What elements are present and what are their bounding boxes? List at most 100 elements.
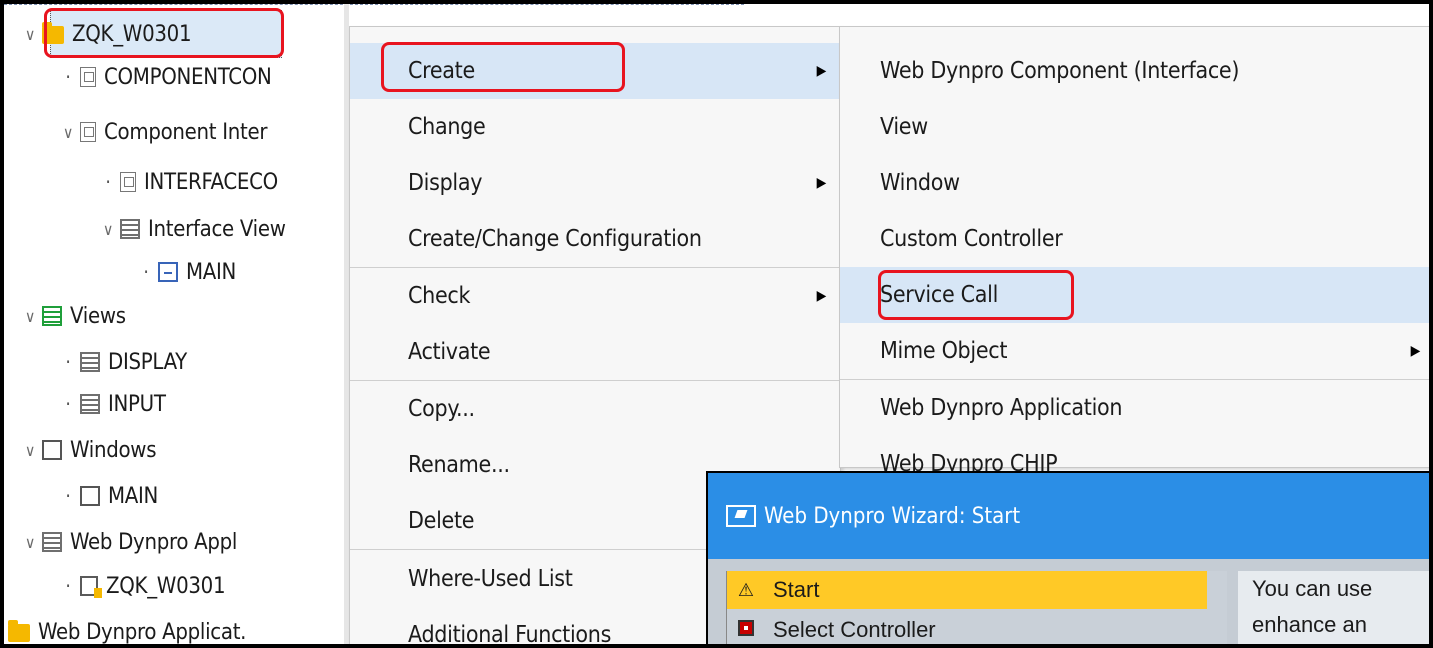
tree-node-label: MAIN (108, 483, 159, 509)
views-folder-icon (42, 306, 62, 326)
submenu-item-service-call[interactable]: Service Call (840, 267, 1429, 323)
tree-node-label: Interface View (148, 216, 286, 242)
tree-node-web-dynpro-applicat[interactable]: Web Dynpro Applicat. (4, 612, 247, 645)
menu-item-label: Change (408, 114, 486, 140)
wizard-icon (726, 505, 756, 527)
tree-node-application[interactable]: · ZQK_W0301 (60, 566, 225, 606)
submenu-item-web-dynpro-application[interactable]: Web Dynpro Application (840, 380, 1429, 436)
collapse-chevron-icon[interactable]: ∨ (22, 441, 38, 460)
interface-controller-icon (120, 172, 136, 192)
warning-triangle-icon: ⚠ (737, 579, 755, 600)
tree-node-label: MAIN (186, 259, 237, 285)
submenu-arrow-icon: ▶ (1410, 343, 1421, 359)
tree-node-interface-views[interactable]: ∨ Interface View (100, 209, 286, 249)
menu-item-display[interactable]: Display ▶ (350, 155, 840, 211)
interface-view-icon (120, 219, 140, 239)
bullet-icon: · (143, 260, 149, 284)
tree-node-main-window[interactable]: · MAIN (60, 476, 158, 516)
screenshot-frame: ∨ ZQK_W0301 · COMPONENTCON ∨ Component I… (0, 0, 1433, 648)
bullet-icon: · (65, 392, 71, 416)
menu-item-label: Service Call (880, 282, 999, 308)
tree-node-label: INTERFACECO (144, 169, 278, 195)
wizard-description: You can use enhance an (1238, 571, 1429, 644)
submenu-item-window[interactable]: Window (840, 155, 1429, 211)
menu-item-label: Additional Functions (408, 622, 612, 648)
collapse-chevron-icon[interactable]: ∨ (100, 220, 116, 239)
submenu-item-custom-controller[interactable]: Custom Controller (840, 211, 1429, 267)
menu-item-label: Mime Object (880, 338, 1008, 364)
collapse-chevron-icon[interactable]: ∨ (60, 123, 76, 142)
tree-node-windows[interactable]: ∨ Windows (22, 430, 157, 470)
create-submenu: Web Dynpro Component (Interface) View Wi… (839, 26, 1429, 477)
tree-node-web-dynpro-applications[interactable]: ∨ Web Dynpro Appl (22, 522, 238, 562)
window-icon (158, 262, 178, 282)
collapse-chevron-icon[interactable]: ∨ (22, 25, 38, 44)
tree-node-componentcontroller[interactable]: · COMPONENTCON (60, 57, 272, 97)
wizard-step-start[interactable]: ⚠ Start (727, 571, 1207, 609)
menu-item-label: Copy... (408, 396, 475, 422)
windows-folder-icon (42, 440, 62, 460)
menu-item-label: Rename... (408, 452, 510, 478)
collapse-chevron-icon[interactable]: ∨ (22, 307, 38, 326)
menu-item-create-change-configuration[interactable]: Create/Change Configuration (350, 211, 840, 267)
application-icon (80, 576, 102, 598)
view-icon (80, 394, 100, 414)
tree-node-label: ZQK_W0301 (106, 573, 226, 599)
menu-item-change[interactable]: Change (350, 99, 840, 155)
menu-item-label: Delete (408, 508, 475, 534)
tree-node-label: Component Inter (104, 119, 268, 145)
folder-icon (42, 22, 64, 44)
menu-item-label: Check (408, 283, 471, 309)
component-interface-icon (80, 122, 96, 142)
tree-node-interfacecontroller[interactable]: · INTERFACECO (100, 162, 278, 202)
web-dynpro-wizard-dialog: Web Dynpro Wizard: Start ⚠ Start Select … (706, 471, 1429, 644)
tree-header-line (4, 4, 744, 6)
folder-icon (8, 620, 30, 642)
wizard-step-label: Select Controller (773, 617, 936, 642)
wizard-step-label: Start (773, 577, 820, 602)
wizard-title-bar[interactable]: Web Dynpro Wizard: Start (708, 473, 1429, 559)
tree-node-views[interactable]: ∨ Views (22, 296, 126, 336)
wizard-steps-list: ⚠ Start Select Controller (726, 571, 1227, 644)
tree-node-label: COMPONENTCON (104, 64, 272, 90)
menu-item-label: Web Dynpro Component (Interface) (880, 58, 1240, 84)
tree-node-main-interface-view[interactable]: · MAIN (138, 252, 236, 292)
submenu-arrow-icon: ▶ (816, 288, 827, 304)
wizard-step-select-controller[interactable]: Select Controller (727, 611, 1207, 644)
submenu-item-web-dynpro-component-interface[interactable]: Web Dynpro Component (Interface) (840, 43, 1429, 99)
bullet-icon: · (65, 65, 71, 89)
bullet-icon: · (65, 350, 71, 374)
object-tree: ∨ ZQK_W0301 · COMPONENTCON ∨ Component I… (4, 4, 744, 644)
bullet-icon: · (105, 170, 111, 194)
tree-node-label: Web Dynpro Applicat. (38, 619, 247, 645)
menu-item-label: View (880, 114, 928, 140)
tree-node-input[interactable]: · INPUT (60, 384, 166, 424)
tree-node-label: INPUT (108, 391, 166, 417)
wizard-title: Web Dynpro Wizard: Start (764, 503, 1021, 529)
red-square-icon (733, 619, 759, 641)
tree-node-component-interface[interactable]: ∨ Component Inter (60, 112, 268, 152)
applications-folder-icon (42, 532, 62, 552)
tree-node-label: DISPLAY (108, 349, 187, 375)
wizard-body: ⚠ Start Select Controller You can use en… (708, 559, 1429, 644)
menu-item-label: Display (408, 170, 483, 196)
tree-node-label: Web Dynpro Appl (70, 529, 238, 555)
menu-item-check[interactable]: Check ▶ (350, 268, 840, 324)
menu-item-label: Activate (408, 339, 491, 365)
menu-item-label: Where-Used List (408, 566, 573, 592)
tree-node-display[interactable]: · DISPLAY (60, 342, 187, 382)
submenu-item-mime-object[interactable]: Mime Object ▶ (840, 323, 1429, 379)
menu-item-label: Web Dynpro Application (880, 395, 1123, 421)
collapse-chevron-icon[interactable]: ∨ (22, 533, 38, 552)
submenu-arrow-icon: ▶ (816, 63, 827, 79)
menu-item-activate[interactable]: Activate (350, 324, 840, 380)
tree-node-root[interactable]: ∨ ZQK_W0301 (22, 14, 192, 54)
tree-node-label: Views (70, 303, 126, 329)
menu-item-copy[interactable]: Copy... (350, 381, 840, 437)
menu-item-create[interactable]: Create ▶ (350, 43, 840, 99)
menu-item-label: Create (408, 58, 475, 84)
submenu-item-view[interactable]: View (840, 99, 1429, 155)
window-icon (80, 486, 100, 506)
tree-node-label: ZQK_W0301 (72, 21, 192, 47)
menu-item-label: Custom Controller (880, 226, 1063, 252)
